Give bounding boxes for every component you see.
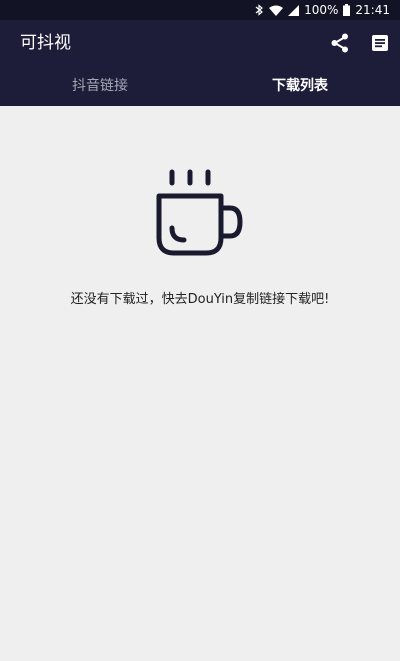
coffee-cup-icon <box>154 166 246 258</box>
app-title: 可抖视 <box>20 33 71 53</box>
tab-download-list[interactable]: 下载列表 <box>200 66 400 106</box>
bluetooth-icon <box>254 4 264 16</box>
tab-bar: 抖音链接 下载列表 <box>0 66 400 106</box>
app-bar: 可抖视 <box>0 20 400 66</box>
clock-time: 21:41 <box>355 3 390 17</box>
cell-signal-icon <box>288 4 300 16</box>
share-icon[interactable] <box>328 31 352 55</box>
tab-douyin-link[interactable]: 抖音链接 <box>0 66 200 106</box>
document-icon[interactable] <box>368 31 392 55</box>
empty-state-message: 还没有下载过，快去DouYin复制链接下载吧! <box>70 292 330 307</box>
status-bar: 100% 21:41 <box>0 0 400 20</box>
status-indicators: 100% 21:41 <box>254 0 390 20</box>
battery-percent: 100% <box>304 3 339 17</box>
wifi-icon <box>269 5 284 16</box>
battery-icon <box>343 4 351 16</box>
